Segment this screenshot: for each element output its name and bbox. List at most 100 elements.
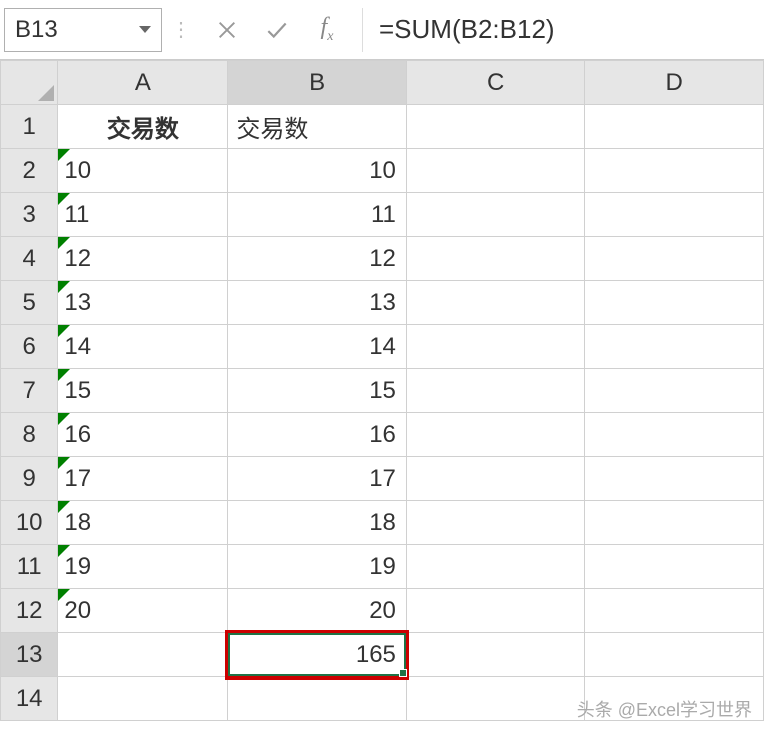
col-header-b[interactable]: B — [228, 61, 407, 105]
cell-c10[interactable] — [406, 501, 585, 545]
cell-c12[interactable] — [406, 589, 585, 633]
cell-c5[interactable] — [406, 281, 585, 325]
col-header-a[interactable]: A — [58, 61, 228, 105]
cell-a11[interactable]: 19 — [58, 545, 228, 589]
cell-a3[interactable]: 11 — [58, 193, 228, 237]
col-header-c[interactable]: C — [406, 61, 585, 105]
cell-c9[interactable] — [406, 457, 585, 501]
cell-b13[interactable]: 165 — [228, 633, 407, 677]
watermark: 头条 @Excel学习世界 — [577, 696, 752, 722]
row-header-13[interactable]: 13 — [1, 633, 58, 677]
name-box-value: B13 — [15, 16, 58, 44]
cell-b4[interactable]: 12 — [228, 237, 407, 281]
cell-a1[interactable]: 交易数 — [58, 105, 228, 149]
cell-b6[interactable]: 14 — [228, 325, 407, 369]
x-icon — [216, 19, 238, 41]
table-row: 41212 — [1, 237, 764, 281]
cell-c3[interactable] — [406, 193, 585, 237]
table-row: 91717 — [1, 457, 764, 501]
cell-a2[interactable]: 10 — [58, 149, 228, 193]
cell-c8[interactable] — [406, 413, 585, 457]
cell-a10[interactable]: 18 — [58, 501, 228, 545]
cell-b12[interactable]: 20 — [228, 589, 407, 633]
cell-a8[interactable]: 16 — [58, 413, 228, 457]
confirm-button[interactable] — [252, 8, 302, 52]
cell-b10[interactable]: 18 — [228, 501, 407, 545]
row-header-4[interactable]: 4 — [1, 237, 58, 281]
cell-a14[interactable] — [58, 677, 228, 721]
formula-bar: B13 ⋮ fx =SUM(B2:B12) — [0, 0, 764, 60]
cell-a12[interactable]: 20 — [58, 589, 228, 633]
row-header-11[interactable]: 11 — [1, 545, 58, 589]
table-row: 101818 — [1, 501, 764, 545]
table-row: 1 交易数 交易数 — [1, 105, 764, 149]
table-row: 61414 — [1, 325, 764, 369]
name-box[interactable]: B13 — [4, 8, 162, 52]
cell-a7[interactable]: 15 — [58, 369, 228, 413]
cell-b13-value: 165 — [356, 641, 396, 669]
cell-d1[interactable] — [585, 105, 764, 149]
cell-a5[interactable]: 13 — [58, 281, 228, 325]
cell-b2[interactable]: 10 — [228, 149, 407, 193]
row-header-7[interactable]: 7 — [1, 369, 58, 413]
cell-c14[interactable] — [406, 677, 585, 721]
cell-b8[interactable]: 16 — [228, 413, 407, 457]
cell-d3[interactable] — [585, 193, 764, 237]
cell-d12[interactable] — [585, 589, 764, 633]
row-header-9[interactable]: 9 — [1, 457, 58, 501]
table-row: 21010 — [1, 149, 764, 193]
col-header-d[interactable]: D — [585, 61, 764, 105]
cell-c2[interactable] — [406, 149, 585, 193]
row-header-14[interactable]: 14 — [1, 677, 58, 721]
row-header-10[interactable]: 10 — [1, 501, 58, 545]
row-header-2[interactable]: 2 — [1, 149, 58, 193]
cell-d2[interactable] — [585, 149, 764, 193]
select-all-corner[interactable] — [1, 61, 58, 105]
cell-b3[interactable]: 11 — [228, 193, 407, 237]
cell-d4[interactable] — [585, 237, 764, 281]
cell-b7[interactable]: 15 — [228, 369, 407, 413]
cancel-button[interactable] — [202, 8, 252, 52]
chevron-down-icon[interactable] — [139, 26, 151, 33]
fx-icon: fx — [321, 14, 334, 45]
row-header-3[interactable]: 3 — [1, 193, 58, 237]
cell-a9[interactable]: 17 — [58, 457, 228, 501]
cell-b1[interactable]: 交易数 — [228, 105, 407, 149]
insert-function-button[interactable]: fx — [302, 8, 352, 52]
cell-b9[interactable]: 17 — [228, 457, 407, 501]
row-header-6[interactable]: 6 — [1, 325, 58, 369]
cell-d11[interactable] — [585, 545, 764, 589]
cell-d7[interactable] — [585, 369, 764, 413]
cell-c6[interactable] — [406, 325, 585, 369]
table-row: 71515 — [1, 369, 764, 413]
cell-d6[interactable] — [585, 325, 764, 369]
cell-c11[interactable] — [406, 545, 585, 589]
cell-a13[interactable] — [58, 633, 228, 677]
cell-c13[interactable] — [406, 633, 585, 677]
table-row: 111919 — [1, 545, 764, 589]
row-header-5[interactable]: 5 — [1, 281, 58, 325]
triangle-icon — [38, 85, 54, 101]
cell-d9[interactable] — [585, 457, 764, 501]
cell-b14[interactable] — [228, 677, 407, 721]
cell-c1[interactable] — [406, 105, 585, 149]
row-header-8[interactable]: 8 — [1, 413, 58, 457]
row-header-12[interactable]: 12 — [1, 589, 58, 633]
spreadsheet-grid[interactable]: A B C D 1 交易数 交易数 21010 31111 41212 5131… — [0, 60, 764, 721]
fill-handle[interactable] — [399, 669, 407, 677]
cell-d5[interactable] — [585, 281, 764, 325]
formula-text: =SUM(B2:B12) — [379, 14, 555, 45]
cell-c7[interactable] — [406, 369, 585, 413]
cell-d13[interactable] — [585, 633, 764, 677]
cell-b5[interactable]: 13 — [228, 281, 407, 325]
separator-dots: ⋮ — [162, 17, 202, 42]
cell-c4[interactable] — [406, 237, 585, 281]
row-header-1[interactable]: 1 — [1, 105, 58, 149]
cell-a4[interactable]: 12 — [58, 237, 228, 281]
formula-input[interactable]: =SUM(B2:B12) — [362, 8, 760, 52]
table-row: 31111 — [1, 193, 764, 237]
cell-d10[interactable] — [585, 501, 764, 545]
cell-a6[interactable]: 14 — [58, 325, 228, 369]
cell-d8[interactable] — [585, 413, 764, 457]
cell-b11[interactable]: 19 — [228, 545, 407, 589]
